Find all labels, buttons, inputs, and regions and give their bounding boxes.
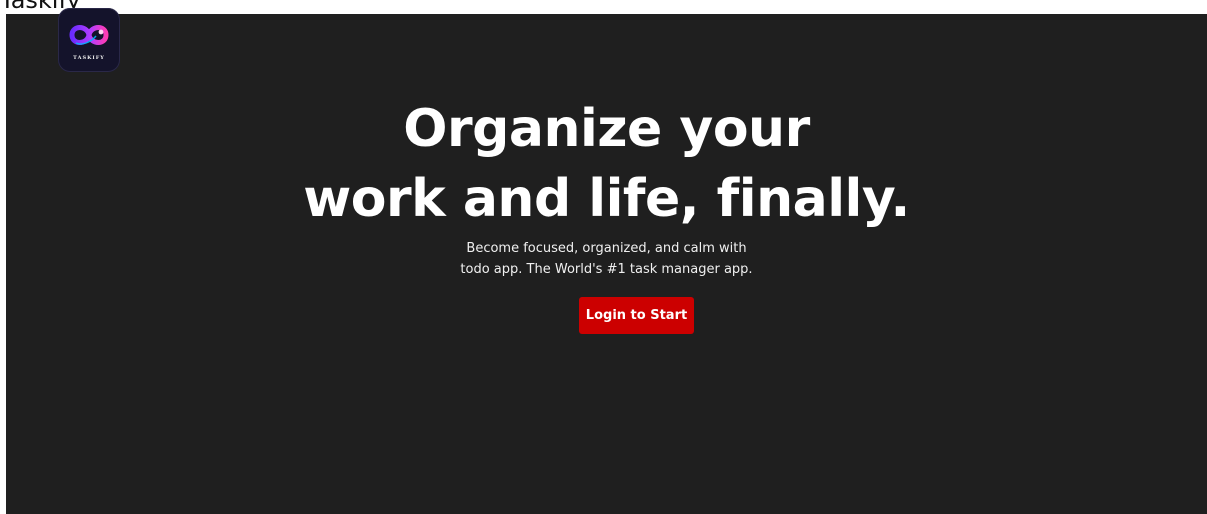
hero-subtitle-line-2: todo app. The World's #1 task manager ap… (460, 262, 753, 277)
taskify-logo[interactable]: TASKIFY (58, 8, 120, 72)
infinity-logo-icon (69, 25, 109, 45)
top-strip: Taskify (0, 0, 1207, 14)
login-to-start-button[interactable]: Login to Start (579, 297, 694, 334)
logo-caption: TASKIFY (73, 55, 105, 61)
hero-section: TASKIFY Organize your work and life, fin… (6, 8, 1207, 514)
hero-subtitle-line-1: Become focused, organized, and calm with (466, 241, 747, 256)
hero-headline-line-2: work and life, finally. (303, 169, 910, 229)
hero-headline-line-1: Organize your (403, 99, 810, 159)
page: Taskify TASKIFY Organize your work and l… (0, 0, 1207, 514)
hero-subtitle: Become focused, organized, and calm with… (6, 238, 1207, 280)
hero-headline: Organize your work and life, finally. (6, 94, 1207, 234)
